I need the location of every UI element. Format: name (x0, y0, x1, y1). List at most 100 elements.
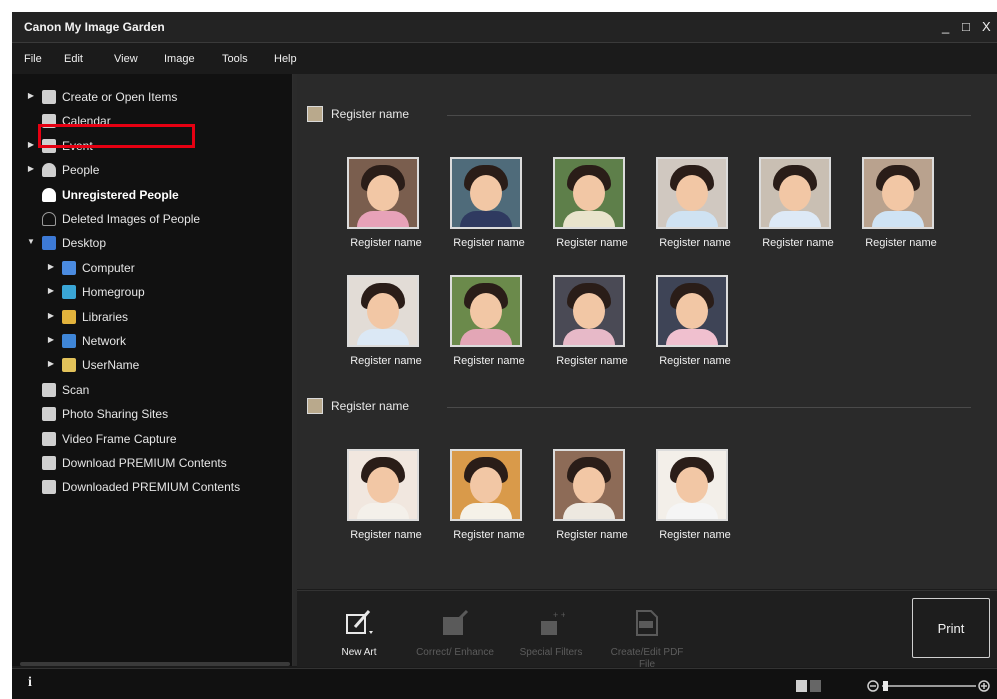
face-thumbnail[interactable]: Register name (650, 275, 740, 371)
sidebar-item-video-frame-capture[interactable]: Video Frame Capture (12, 430, 292, 450)
face-photo[interactable] (553, 275, 625, 347)
register-name-caption[interactable]: Register name (333, 529, 439, 541)
face-thumbnail[interactable]: Register name (753, 157, 843, 253)
face-photo[interactable] (450, 157, 522, 229)
face-photo[interactable] (450, 449, 522, 521)
face-thumbnail[interactable]: Register name (856, 157, 946, 253)
title-bar: Canon My Image Garden _ □ X (12, 12, 997, 43)
sidebar-item-libraries[interactable]: ▶ Libraries (12, 308, 292, 328)
face-thumbnail[interactable]: Register name (444, 275, 534, 371)
photo-body (563, 329, 615, 345)
face-thumbnail[interactable]: Register name (444, 449, 534, 545)
menu-view[interactable]: View (114, 53, 138, 65)
minimize-button[interactable]: _ (942, 19, 949, 34)
expand-arrow-icon[interactable]: ▶ (46, 286, 56, 295)
photo-body (563, 211, 615, 227)
face-photo[interactable] (656, 275, 728, 347)
photo-face (779, 175, 811, 211)
menu-file[interactable]: File (24, 53, 42, 65)
sidebar-item-people[interactable]: ▶ People (12, 161, 292, 181)
face-thumbnail[interactable]: Register name (547, 157, 637, 253)
face-thumbnail[interactable]: Register name (341, 157, 431, 253)
register-name-caption[interactable]: Register name (436, 355, 542, 367)
zoom-slider[interactable] (866, 678, 992, 694)
face-thumbnail[interactable]: Register name (650, 449, 740, 545)
new-art-button[interactable]: New Art (319, 597, 399, 665)
face-photo[interactable] (553, 449, 625, 521)
register-name-caption[interactable]: Register name (848, 237, 954, 249)
register-name-caption[interactable]: Register name (333, 355, 439, 367)
group-heading[interactable]: Register name (331, 107, 409, 121)
face-thumbnail[interactable]: Register name (341, 449, 431, 545)
face-photo[interactable] (759, 157, 831, 229)
sidebar-item-homegroup[interactable]: ▶ Homegroup (12, 283, 292, 303)
face-photo[interactable] (656, 449, 728, 521)
photo-face (367, 293, 399, 329)
menu-help[interactable]: Help (274, 53, 297, 65)
face-thumbnail[interactable]: Register name (341, 275, 431, 371)
face-thumbnail[interactable]: Register name (444, 157, 534, 253)
correct-enhance-icon (443, 609, 469, 635)
group-heading[interactable]: Register name (331, 399, 409, 413)
register-name-caption[interactable]: Register name (642, 529, 748, 541)
menu-image[interactable]: Image (164, 53, 195, 65)
sidebar-item-label: Homegroup (82, 285, 145, 300)
sidebar-item-downloaded-premium-contents[interactable]: Downloaded PREMIUM Contents (12, 478, 292, 498)
expand-arrow-icon[interactable]: ▶ (26, 91, 36, 100)
sidebar-item-scan[interactable]: Scan (12, 381, 292, 401)
face-photo[interactable] (553, 157, 625, 229)
expand-arrow-icon[interactable]: ▶ (26, 164, 36, 173)
register-name-caption[interactable]: Register name (539, 237, 645, 249)
expand-arrow-icon[interactable]: ▶ (46, 359, 56, 368)
info-icon[interactable]: i (28, 675, 32, 691)
photo-body (460, 329, 512, 345)
face-thumbnail[interactable]: Register name (650, 157, 740, 253)
expand-arrow-icon[interactable]: ▶ (26, 140, 36, 149)
desktop-icon (42, 236, 56, 251)
sidebar-item-computer[interactable]: ▶ Computer (12, 259, 292, 279)
register-name-caption[interactable]: Register name (436, 237, 542, 249)
sidebar-item-create-or-open-items[interactable]: ▶ Create or Open Items (12, 88, 292, 108)
face-photo[interactable] (347, 157, 419, 229)
menu-tools[interactable]: Tools (222, 53, 248, 65)
expand-arrow-icon[interactable]: ▶ (46, 311, 56, 320)
face-photo[interactable] (450, 275, 522, 347)
register-name-caption[interactable]: Register name (436, 529, 542, 541)
downloaded-premium-icon (42, 480, 56, 495)
register-name-caption[interactable]: Register name (333, 237, 439, 249)
view-toggle-icon[interactable] (796, 680, 822, 692)
create-edit-pdf-file-button[interactable]: Create/Edit PDF File (607, 597, 687, 670)
sidebar-item-unregistered-people[interactable]: Unregistered People (12, 186, 292, 206)
maximize-button[interactable]: □ (962, 19, 970, 34)
register-name-caption[interactable]: Register name (539, 355, 645, 367)
face-photo[interactable] (347, 449, 419, 521)
menu-edit[interactable]: Edit (64, 53, 83, 65)
special-filters-button[interactable]: + + Special Filters (511, 597, 591, 665)
sidebar-item-download-premium-contents[interactable]: Download PREMIUM Contents (12, 454, 292, 474)
face-photo[interactable] (862, 157, 934, 229)
close-button[interactable]: X (982, 19, 991, 34)
register-name-caption[interactable]: Register name (642, 355, 748, 367)
collapse-arrow-icon[interactable]: ▼ (26, 237, 36, 246)
sidebar-item-network[interactable]: ▶ Network (12, 332, 292, 352)
sidebar-item-username[interactable]: ▶ UserName (12, 356, 292, 376)
register-name-caption[interactable]: Register name (539, 529, 645, 541)
window-title: Canon My Image Garden (24, 20, 165, 34)
print-button[interactable]: Print (912, 598, 990, 658)
sidebar-item-desktop[interactable]: ▼ Desktop (12, 234, 292, 254)
correct-enhance-button[interactable]: Correct/ Enhance (415, 597, 495, 665)
face-thumbnail[interactable]: Register name (547, 449, 637, 545)
register-name-caption[interactable]: Register name (745, 237, 851, 249)
sidebar-item-deleted-images-of-people[interactable]: Deleted Images of People (12, 210, 292, 230)
expand-arrow-icon[interactable]: ▶ (46, 335, 56, 344)
expand-arrow-icon[interactable]: ▶ (46, 262, 56, 271)
register-name-caption[interactable]: Register name (642, 237, 748, 249)
sidebar-item-label: Create or Open Items (62, 90, 178, 104)
photo-face (573, 293, 605, 329)
svg-text:+ +: + + (553, 610, 565, 620)
face-thumbnail[interactable]: Register name (547, 275, 637, 371)
sidebar-item-photo-sharing-sites[interactable]: Photo Sharing Sites (12, 405, 292, 425)
face-photo[interactable] (347, 275, 419, 347)
face-photo[interactable] (656, 157, 728, 229)
sidebar-scrollbar[interactable] (20, 662, 290, 666)
